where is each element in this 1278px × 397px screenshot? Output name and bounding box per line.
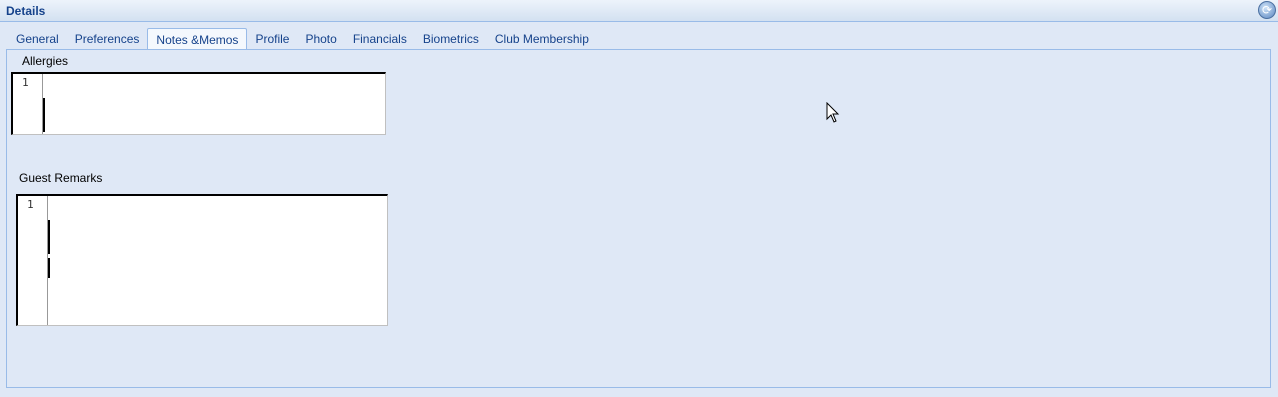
tab-photo[interactable]: Photo bbox=[297, 28, 344, 50]
guest-remarks-label: Guest Remarks bbox=[19, 171, 103, 185]
allergies-label: Allergies bbox=[22, 54, 69, 68]
guest-remarks-editor[interactable]: 1 bbox=[16, 194, 388, 326]
details-header: Details ⟳ bbox=[0, 0, 1278, 22]
tab-bar: General Preferences Notes &Memos Profile… bbox=[8, 28, 597, 50]
line-number-gutter: 1 bbox=[18, 196, 48, 325]
text-caret bbox=[48, 258, 50, 278]
tab-financials[interactable]: Financials bbox=[345, 28, 415, 50]
tab-profile[interactable]: Profile bbox=[247, 28, 297, 50]
mouse-pointer-icon bbox=[826, 102, 840, 123]
tab-club-membership[interactable]: Club Membership bbox=[487, 28, 597, 50]
line-number: 1 bbox=[22, 76, 29, 89]
text-caret bbox=[43, 98, 45, 132]
allergies-editor[interactable]: 1 bbox=[11, 72, 386, 135]
tab-preferences[interactable]: Preferences bbox=[67, 28, 148, 50]
line-number: 1 bbox=[27, 198, 34, 211]
tab-biometrics[interactable]: Biometrics bbox=[415, 28, 487, 50]
text-caret bbox=[48, 220, 50, 254]
line-number-gutter: 1 bbox=[13, 74, 43, 134]
tab-general[interactable]: General bbox=[8, 28, 67, 50]
tab-notes-memos[interactable]: Notes &Memos bbox=[147, 28, 248, 50]
refresh-icon[interactable]: ⟳ bbox=[1258, 1, 1276, 19]
window-title: Details bbox=[6, 4, 46, 18]
